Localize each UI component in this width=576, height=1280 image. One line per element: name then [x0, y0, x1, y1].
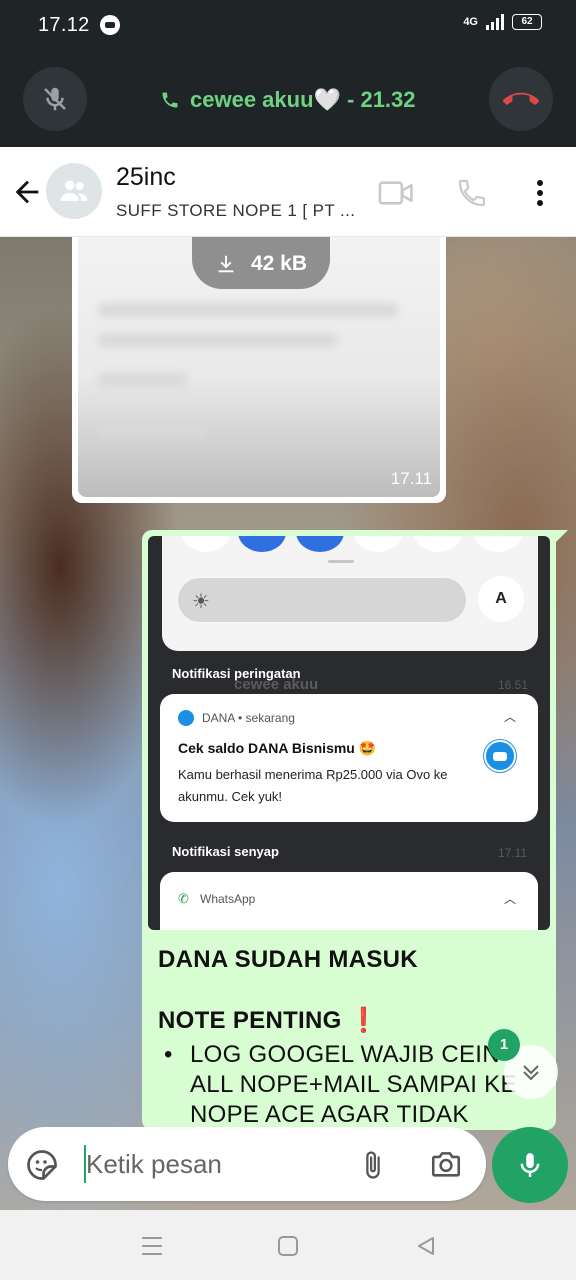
message-input[interactable]	[86, 1139, 346, 1189]
message-text: DANA SUDAH MASUK NOTE PENTING ❗	[158, 946, 548, 1035]
chat-background[interactable]: 42 kB 17.11 ☀ A Notifikasi peringatan ce…	[0, 237, 576, 1210]
network-type: 4G	[463, 16, 478, 28]
group-avatar[interactable]	[46, 163, 102, 219]
back-nav-button[interactable]	[412, 1232, 440, 1260]
dana-wallet-icon	[484, 740, 516, 772]
message-time: 17.11	[390, 469, 432, 488]
home-square-icon	[278, 1236, 298, 1256]
signal-icon	[486, 14, 504, 30]
group-avatar-icon	[60, 180, 88, 201]
download-size: 42 kB	[250, 252, 308, 275]
notification-text: Kamu berhasil menerima Rp25.000 via Ovo …	[178, 767, 448, 804]
battery-icon: 62	[512, 14, 542, 30]
status-time: 17.12	[38, 14, 90, 36]
phone-icon	[162, 92, 178, 108]
more-menu-icon	[537, 180, 543, 206]
download-button[interactable]: 42 kB	[192, 237, 330, 289]
chat-header: 25inc SUFF STORE NOPE 1 [ PT ...	[0, 147, 576, 237]
hang-up-icon	[503, 92, 539, 105]
call-title: cewee akuu🤍 - 21.32	[190, 87, 416, 112]
brightness-slider: ☀	[178, 578, 466, 622]
paperclip-icon	[366, 1151, 380, 1179]
sticker-icon	[27, 1150, 57, 1180]
end-call-button[interactable]	[489, 67, 553, 131]
video-call-button[interactable]	[378, 175, 414, 211]
collapse-icon: ︿	[503, 892, 516, 906]
camera-icon	[431, 1152, 461, 1177]
status-bar: 17.12 4G 62	[0, 0, 576, 50]
dana-notification: DANA • sekarang ︿ Cek saldo DANA Bisnism…	[160, 694, 538, 822]
notification-app: WhatsApp	[200, 892, 256, 906]
chat-title[interactable]: 25inc	[116, 163, 176, 192]
silent-notifications-heading: Notifikasi senyap	[172, 844, 279, 859]
more-options-button[interactable]	[522, 175, 558, 211]
recent-apps-button[interactable]	[138, 1232, 166, 1260]
back-arrow-icon	[15, 180, 39, 204]
notification-app: DANA • sekarang	[202, 711, 295, 725]
mute-button[interactable]	[23, 67, 87, 131]
voice-record-button[interactable]	[492, 1127, 568, 1203]
system-navigation-bar	[0, 1210, 576, 1280]
voice-call-icon	[458, 179, 486, 207]
quick-settings-panel: ☀ A	[162, 536, 538, 651]
chat-subtitle[interactable]: SUFF STORE NOPE 1 [ PT ...	[116, 201, 355, 221]
auto-brightness-button: A	[478, 576, 524, 622]
ghost-time: 16.51	[498, 678, 529, 692]
blurred-image-preview[interactable]: 42 kB 17.11	[78, 237, 440, 497]
brightness-icon: ☀	[192, 591, 210, 613]
message-note: NOTE PENTING ❗	[158, 1007, 379, 1034]
muted-mic-icon	[44, 87, 66, 111]
sticker-button[interactable]	[24, 1147, 60, 1183]
ghost-time: 17.11	[498, 846, 528, 860]
camera-button[interactable]	[428, 1147, 464, 1183]
back-button[interactable]	[10, 175, 44, 209]
status-indicators: 4G 62	[463, 14, 542, 30]
dana-icon	[178, 710, 194, 726]
whatsapp-notification: ✆ WhatsApp ︿	[160, 872, 538, 930]
download-icon	[218, 255, 234, 273]
double-chevron-down-icon	[523, 1065, 539, 1081]
ongoing-call-bar[interactable]: cewee akuu🤍 - 21.32	[0, 50, 576, 147]
message-title: DANA SUDAH MASUK	[158, 946, 418, 973]
screenshot-image[interactable]: ☀ A Notifikasi peringatan cewee akuu 16.…	[148, 536, 550, 930]
composer	[8, 1127, 486, 1201]
voice-call-button[interactable]	[454, 175, 490, 211]
whatsapp-icon: ✆	[178, 891, 189, 906]
unread-count-badge: 1	[488, 1029, 520, 1061]
image-message-bubble[interactable]: 42 kB 17.11	[72, 237, 446, 503]
bullet: •	[164, 1041, 173, 1068]
bubble-tail	[556, 530, 568, 542]
notification-dot-icon	[100, 15, 120, 35]
notification-title: Cek saldo DANA Bisnismu 🤩	[178, 740, 377, 756]
menu-lines-icon	[142, 1237, 162, 1255]
back-triangle-icon	[418, 1237, 434, 1255]
ghost-sender: cewee akuu	[234, 676, 319, 693]
home-button[interactable]	[274, 1232, 302, 1260]
attach-button[interactable]	[358, 1147, 390, 1183]
video-call-icon	[378, 181, 413, 205]
call-label[interactable]: cewee akuu🤍 - 21.32	[160, 87, 416, 113]
microphone-icon	[520, 1153, 540, 1177]
collapse-icon: ︿	[503, 710, 516, 724]
